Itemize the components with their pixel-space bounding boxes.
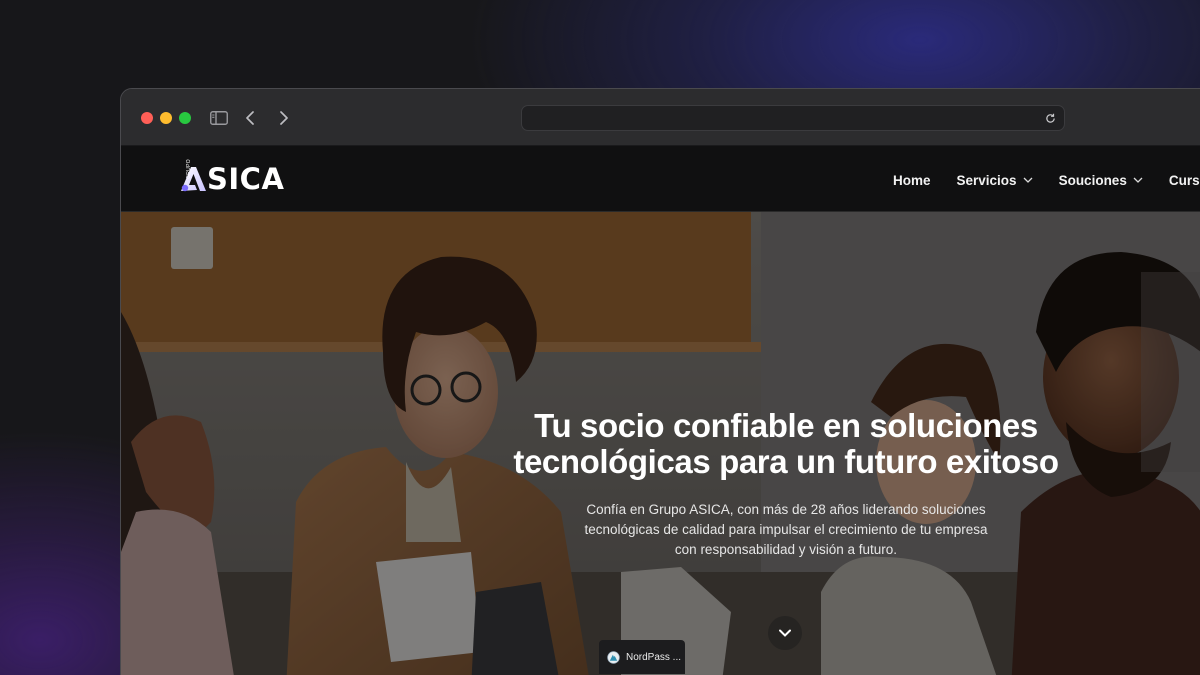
chevron-down-icon bbox=[779, 629, 791, 637]
main-navigation: Home Servicios Souciones Cursos bbox=[893, 170, 1200, 190]
chevron-down-icon bbox=[1023, 177, 1033, 183]
site-header: GRUPO SICA Home Servicios Souciones Curs bbox=[121, 146, 1200, 212]
nordpass-icon bbox=[607, 650, 620, 664]
logo-text: SICA bbox=[207, 162, 285, 196]
nav-home[interactable]: Home bbox=[893, 173, 931, 188]
url-input[interactable] bbox=[532, 109, 1032, 127]
browser-window: GRUPO SICA Home Servicios Souciones Curs… bbox=[120, 88, 1200, 675]
nav-cursos[interactable]: Cursos bbox=[1169, 173, 1200, 188]
browser-toolbar bbox=[121, 89, 1200, 146]
hero-section: Tu socio confiable en soluciones tecnoló… bbox=[121, 212, 1200, 675]
nav-souciones[interactable]: Souciones bbox=[1059, 173, 1143, 188]
nav-home-label: Home bbox=[893, 172, 931, 188]
forward-arrow-icon[interactable] bbox=[272, 106, 296, 130]
asica-logo[interactable]: GRUPO SICA bbox=[178, 159, 285, 196]
hero-title-line-1: Tu socio confiable en soluciones bbox=[534, 407, 1038, 444]
hero-subtitle: Confía en Grupo ASICA, con más de 28 año… bbox=[566, 500, 1006, 560]
nordpass-label: NordPass ... bbox=[626, 651, 682, 663]
scroll-down-button[interactable] bbox=[768, 616, 802, 650]
hero-subtitle-line-3: con responsabilidad y visión a futuro. bbox=[674, 542, 898, 557]
logo-small-text: GRUPO bbox=[185, 159, 192, 179]
minimize-window-button[interactable] bbox=[160, 112, 172, 124]
address-bar[interactable] bbox=[521, 105, 1065, 131]
hero-subtitle-line-1: Confía en Grupo ASICA, con más de 28 año… bbox=[586, 502, 986, 517]
nav-souciones-label: Souciones bbox=[1058, 172, 1127, 188]
maximize-window-button[interactable] bbox=[179, 112, 191, 124]
back-arrow-icon[interactable] bbox=[238, 106, 262, 130]
sidebar-toggle-icon[interactable] bbox=[207, 106, 231, 130]
nordpass-extension-popup[interactable]: NordPass ... bbox=[599, 640, 685, 674]
reload-icon[interactable] bbox=[1042, 110, 1058, 126]
nav-servicios-label: Servicios bbox=[956, 172, 1017, 188]
close-window-button[interactable] bbox=[141, 112, 153, 124]
nav-servicios[interactable]: Servicios bbox=[957, 173, 1033, 188]
hero-title-line-2: tecnológicas para un futuro exitoso bbox=[513, 443, 1059, 480]
chevron-down-icon bbox=[1133, 177, 1143, 183]
logo-a-mark-icon bbox=[181, 167, 206, 192]
nav-cursos-label: Cursos bbox=[1168, 172, 1200, 188]
hero-subtitle-line-2: tecnológicas de calidad para impulsar el… bbox=[584, 522, 988, 537]
hero-title: Tu socio confiable en soluciones tecnoló… bbox=[506, 408, 1066, 480]
website-viewport: GRUPO SICA Home Servicios Souciones Curs… bbox=[121, 146, 1200, 675]
